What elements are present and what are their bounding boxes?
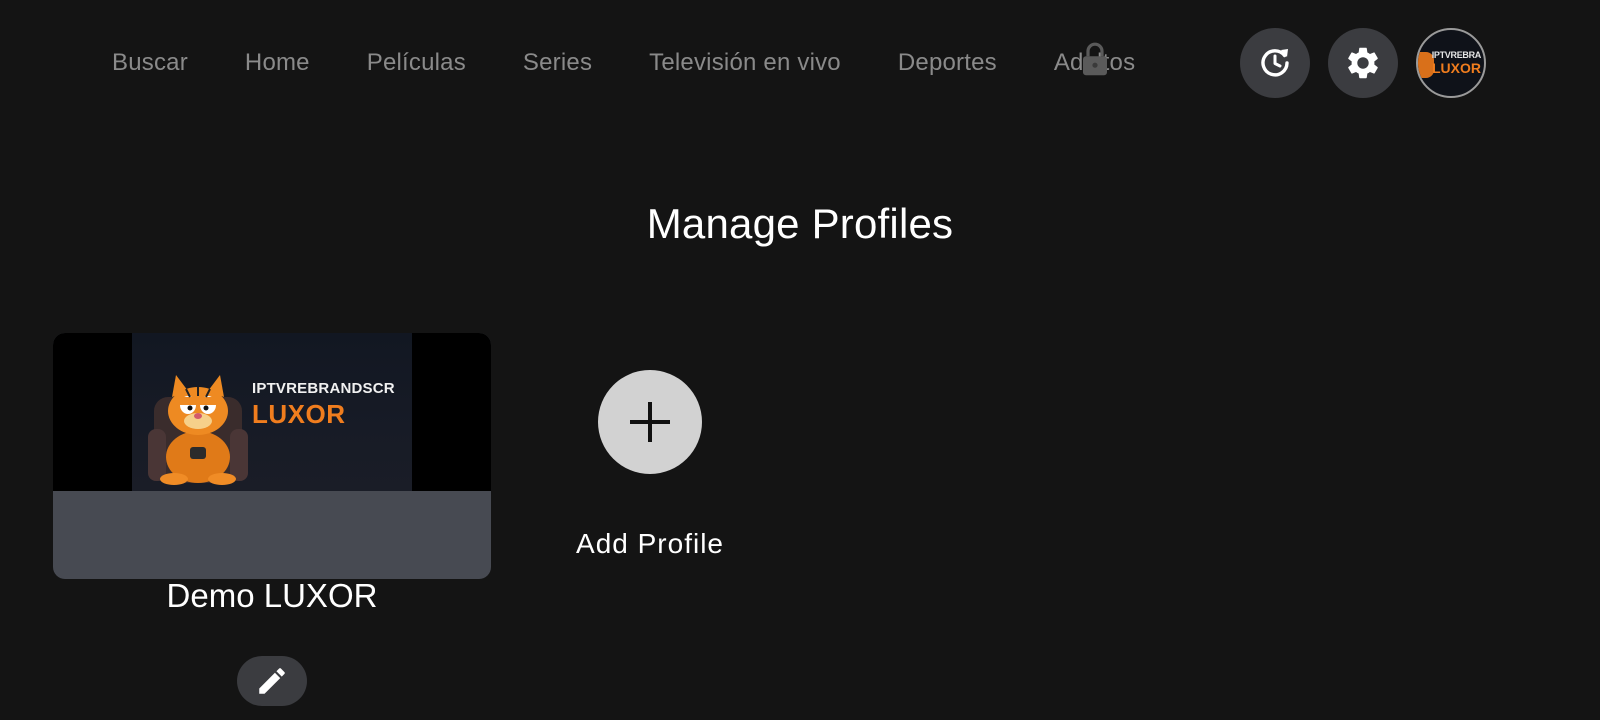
settings-button[interactable] [1328,28,1398,98]
edit-profile-button[interactable] [237,656,307,706]
nav-item-television-en-vivo[interactable]: Televisión en vivo [649,49,841,77]
avatar-text-line1: IPTVREBRA [1431,50,1482,60]
history-button[interactable] [1240,28,1310,98]
header-toolbar: IPTVREBRA LUXOR [1222,28,1486,98]
history-refresh-icon [1261,49,1289,77]
avatar-text-line2: LUXOR [1432,60,1481,76]
nav-item-series[interactable]: Series [523,49,592,77]
profile-name: Demo LUXOR [166,577,378,614]
add-profile-button[interactable] [598,370,702,474]
add-profile-label[interactable]: Add Profile [549,528,751,560]
nav-item-adultos[interactable]: Adultos [1053,42,1136,77]
nav-item-peliculas[interactable]: Películas [367,49,466,77]
top-nav: Buscar Home Películas Series Televisión … [112,40,1192,86]
cat-mascot-icon [148,375,248,485]
profile-banner: IPTVREBRANDSCR LUXOR [53,333,491,491]
profile-banner-text-line2: LUXOR [252,399,346,429]
nav-item-adultos-label: Adultos [1053,49,1136,76]
gear-icon [1348,47,1378,79]
plus-icon [630,402,670,442]
nav-item-home[interactable]: Home [245,49,310,77]
profile-banner-art: IPTVREBRANDSCR LUXOR [132,333,412,491]
profile-banner-text-line1: IPTVREBRANDSCR [252,380,395,397]
nav-item-buscar[interactable]: Buscar [112,49,188,77]
nav-item-deportes[interactable]: Deportes [898,49,997,77]
profile-card[interactable]: IPTVREBRANDSCR LUXOR [53,333,491,579]
manage-profiles-page: Buscar Home Películas Series Televisión … [0,0,1600,720]
pencil-icon [259,668,285,694]
profile-avatar[interactable]: IPTVREBRA LUXOR [1416,28,1486,98]
page-title: Manage Profiles [646,200,954,247]
